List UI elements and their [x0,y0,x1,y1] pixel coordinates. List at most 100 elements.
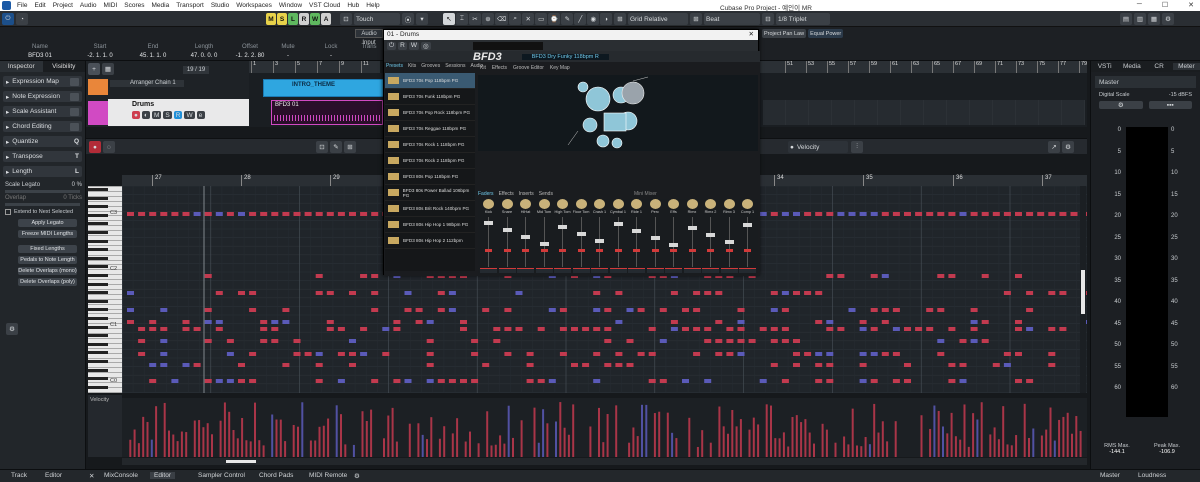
mode-button-w[interactable]: W [310,13,321,25]
velocity-bar[interactable] [864,437,867,457]
tab-editor-left[interactable]: Editor [45,472,62,479]
midi-note[interactable] [870,379,878,383]
black-key[interactable] [88,248,108,252]
midi-note[interactable] [448,291,456,295]
velocity-bar[interactable] [615,405,618,457]
midi-note[interactable] [215,327,223,331]
info-value[interactable]: - [316,52,346,60]
plugin-tab[interactable]: Kits [408,63,416,69]
midi-note[interactable] [615,291,623,295]
midi-note[interactable] [526,379,534,383]
midi-note[interactable] [537,379,545,383]
groove-list-item[interactable]: BFD3 80s Hip Hop 2 112bpm [385,233,475,249]
black-key[interactable] [88,282,108,286]
info-value[interactable] [354,52,384,60]
midi-note[interactable] [526,352,534,356]
velocity-bar[interactable] [731,410,734,457]
plugin-close-icon[interactable]: ✕ [749,30,754,40]
editor-layout-icon[interactable]: ⫶ [851,141,863,153]
midi-note[interactable] [437,291,445,295]
midi-note[interactable] [1015,379,1022,383]
info-value[interactable]: BFD3 01 [20,52,60,60]
midi-note[interactable] [1026,379,1034,383]
velocity-bar[interactable] [284,441,287,457]
midi-note[interactable] [593,308,601,312]
midi-note[interactable] [415,320,423,324]
midi-note[interactable] [571,327,578,331]
midi-note[interactable] [981,212,989,216]
velocity-bar[interactable] [494,444,497,457]
editor-lock-icon[interactable]: ◌ [103,141,115,153]
velocity-bar[interactable] [370,409,373,457]
midi-note[interactable] [204,320,212,324]
plugin-mixer-tab[interactable]: Inserts [519,191,534,197]
velocity-bar[interactable] [383,438,385,457]
constrain-delay-button[interactable]: ◔ [16,13,28,25]
black-key[interactable] [88,265,108,269]
velocity-bar[interactable] [206,423,209,457]
midi-note[interactable] [149,379,157,383]
midi-note[interactable] [648,327,656,331]
midi-note[interactable] [349,352,356,356]
velocity-bar[interactable] [868,444,871,457]
midi-note[interactable] [892,212,900,216]
midi-note[interactable] [881,212,889,216]
menu-workspaces[interactable]: Workspaces [236,2,272,9]
midi-note[interactable] [704,291,712,295]
midi-note[interactable] [404,308,412,312]
channel-output[interactable] [572,268,590,273]
midi-note[interactable] [127,291,134,295]
quantize-icon[interactable]: ⊟ [762,13,774,25]
velocity-bar[interactable] [443,426,446,457]
mute-led[interactable] [522,249,529,252]
channel-instrument-icon[interactable] [594,199,605,209]
midi-note[interactable] [904,363,911,367]
midi-note[interactable] [238,363,245,367]
midi-note[interactable] [892,308,900,312]
midi-note[interactable] [870,212,878,216]
velocity-bar[interactable] [236,438,239,457]
velocity-bar[interactable] [533,407,536,457]
velocity-bar[interactable] [722,426,725,457]
equal-power-select[interactable]: Equal Power [808,29,844,38]
mute-button[interactable]: M [152,111,162,119]
midi-note[interactable] [1026,212,1034,216]
midi-note[interactable] [1037,212,1045,216]
groove-list-item[interactable]: BFD3 70s Funk 118bpm PG [385,89,475,105]
velocity-bar[interactable] [361,411,364,457]
midi-note[interactable] [904,379,911,383]
velocity-bar[interactable] [335,405,338,457]
midi-note[interactable] [182,320,190,324]
midi-note[interactable] [582,363,590,367]
velocity-bar[interactable] [628,442,631,457]
midi-note[interactable] [382,352,390,356]
midi-note[interactable] [360,212,368,216]
arranger-chain-select[interactable]: Arranger Chain 1 [110,80,184,87]
midi-note[interactable] [926,212,934,216]
menu-edit[interactable]: Edit [34,2,45,9]
midi-note[interactable] [504,352,512,356]
tab-mixconsole[interactable]: MixConsole [104,472,138,479]
midi-note[interactable] [615,363,623,367]
menu-window[interactable]: Window [279,2,302,9]
midi-note[interactable] [371,212,379,216]
menu-studio[interactable]: Studio [211,2,229,9]
midi-note[interactable] [815,352,823,356]
velocity-bar[interactable] [873,403,876,457]
velocity-bar[interactable] [933,405,936,457]
midi-note[interactable] [682,308,689,312]
midi-note[interactable] [737,327,745,331]
midi-note[interactable] [204,379,212,383]
midi-note[interactable] [737,352,745,356]
plugin-view-tab[interactable]: Key Map [550,65,570,71]
menu-vst-cloud[interactable]: VST Cloud [309,2,340,9]
midi-note[interactable] [249,291,257,295]
midi-part[interactable]: BFD3 01 [271,100,383,125]
meter-reset-icon[interactable]: ▪▪▪ [1148,101,1192,109]
midi-note[interactable] [959,339,967,343]
midi-note[interactable] [404,379,412,383]
velocity-bar[interactable] [555,421,557,457]
velocity-bar[interactable] [653,413,656,457]
midi-note[interactable] [948,212,956,216]
channel-instrument-icon[interactable] [483,199,494,209]
